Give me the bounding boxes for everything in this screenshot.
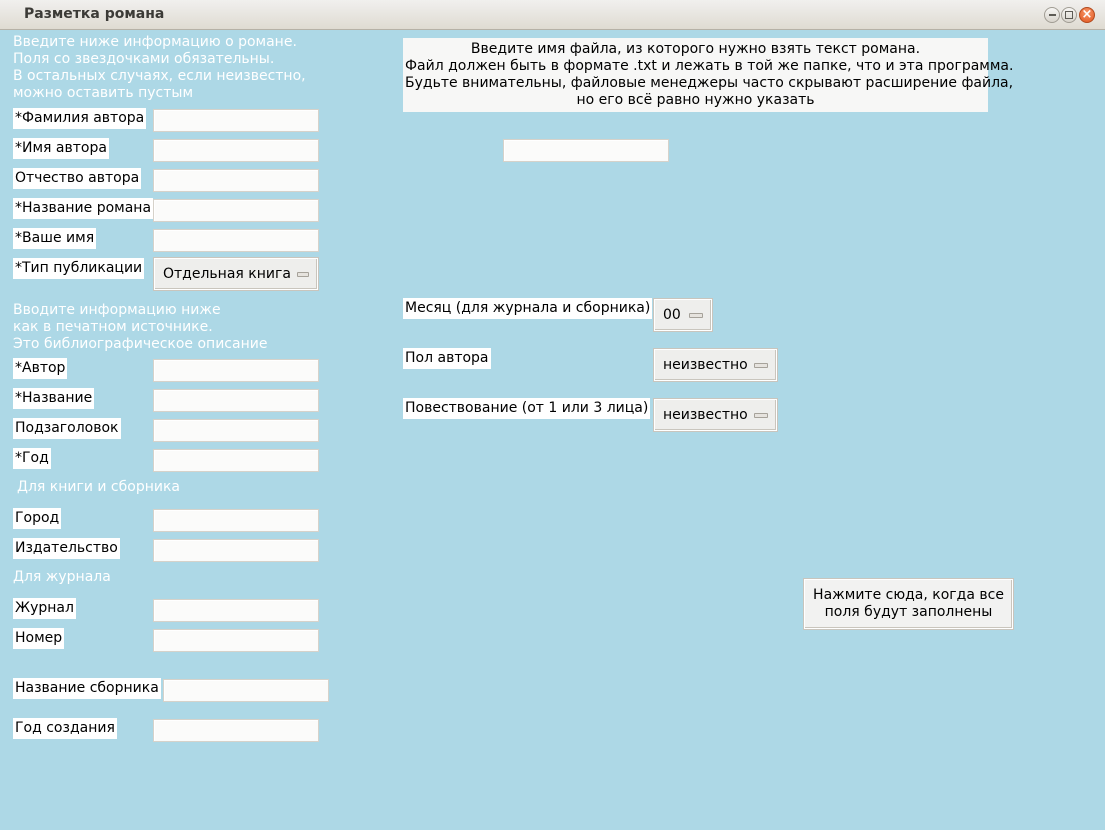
submit-button[interactable]: Нажмите сюда, когда все поля будут запол…	[804, 579, 1013, 629]
subtitle-input[interactable]	[153, 419, 319, 442]
author-name-label: *Имя автора	[13, 138, 109, 159]
month-label: Месяц (для журнала и сборника)	[403, 298, 653, 319]
year-input[interactable]	[153, 449, 319, 472]
publisher-input[interactable]	[153, 539, 319, 562]
year-label: *Год	[13, 448, 51, 469]
file-instructions: Введите имя файла, из которого нужно взя…	[403, 38, 1014, 112]
file-instructions-line: но его всё равно нужно указать	[576, 92, 815, 108]
biblio-author-label: *Автор	[13, 358, 68, 379]
journal-label: Журнал	[13, 598, 76, 619]
file-instructions-line: Файл должен быть в формате .txt и лежать…	[405, 58, 1014, 74]
window-titlebar[interactable]: Разметка романа	[0, 0, 1105, 30]
narration-value: неизвестно	[663, 407, 748, 423]
journal-hint: Для журнала	[13, 569, 111, 585]
city-label: Город	[13, 508, 62, 529]
author-surname-label: *Фамилия автора	[13, 108, 147, 129]
issue-input[interactable]	[153, 629, 319, 652]
creation-year-label: Год создания	[13, 718, 117, 739]
journal-input[interactable]	[153, 599, 319, 622]
author-gender-value: неизвестно	[663, 357, 748, 373]
author-patronymic-label: Отчество автора	[13, 168, 142, 189]
close-icon[interactable]	[1079, 7, 1095, 23]
subtitle-label: Подзаголовок	[13, 418, 121, 439]
submit-button-line: поля будут заполнены	[824, 604, 993, 620]
file-instructions-line: Введите имя файла, из которого нужно взя…	[470, 41, 921, 57]
author-gender-label: Пол автора	[403, 348, 491, 369]
biblio-hint: Вводите информацию ниже как в печатном и…	[13, 302, 268, 352]
author-patronymic-input[interactable]	[153, 169, 319, 192]
your-name-label: *Ваше имя	[13, 228, 97, 249]
narration-label: Повествование (от 1 или 3 лица)	[403, 398, 651, 419]
publication-type-label: *Тип публикации	[13, 258, 145, 279]
novel-title-input[interactable]	[153, 199, 319, 222]
submit-button-line: Нажмите сюда, когда все	[813, 587, 1004, 603]
filename-input[interactable]	[503, 139, 669, 162]
option-menu-indicator-icon	[754, 362, 768, 368]
maximize-icon[interactable]	[1061, 7, 1077, 23]
minimize-icon[interactable]	[1044, 7, 1060, 23]
main-form: Введите ниже информацию о романе. Поля с…	[0, 31, 1105, 830]
your-name-input[interactable]	[153, 229, 319, 252]
publication-type-value: Отдельная книга	[163, 266, 291, 282]
biblio-title-input[interactable]	[153, 389, 319, 412]
collection-title-label: Название сборника	[13, 678, 161, 699]
window-title: Разметка романа	[24, 6, 165, 22]
intro-hint: Введите ниже информацию о романе. Поля с…	[13, 34, 306, 101]
city-input[interactable]	[153, 509, 319, 532]
file-instructions-line: Будьте внимательны, файловые менеджеры ч…	[405, 75, 1014, 91]
month-value: 00	[663, 307, 681, 323]
biblio-title-label: *Название	[13, 388, 95, 409]
publication-type-select[interactable]: Отдельная книга	[154, 258, 318, 290]
narration-select[interactable]: неизвестно	[654, 399, 777, 431]
creation-year-input[interactable]	[153, 719, 319, 742]
biblio-author-input[interactable]	[153, 359, 319, 382]
author-name-input[interactable]	[153, 139, 319, 162]
collection-title-input[interactable]	[163, 679, 329, 702]
novel-title-label: *Название романа	[13, 198, 154, 219]
option-menu-indicator-icon	[296, 271, 309, 277]
author-gender-select[interactable]: неизвестно	[654, 349, 777, 381]
book-hint: Для книги и сборника	[17, 479, 180, 495]
issue-label: Номер	[13, 628, 65, 649]
author-surname-input[interactable]	[153, 109, 319, 132]
option-menu-indicator-icon	[754, 412, 768, 418]
month-select[interactable]: 00	[654, 299, 712, 331]
option-menu-indicator-icon	[689, 312, 703, 318]
publisher-label: Издательство	[13, 538, 120, 559]
